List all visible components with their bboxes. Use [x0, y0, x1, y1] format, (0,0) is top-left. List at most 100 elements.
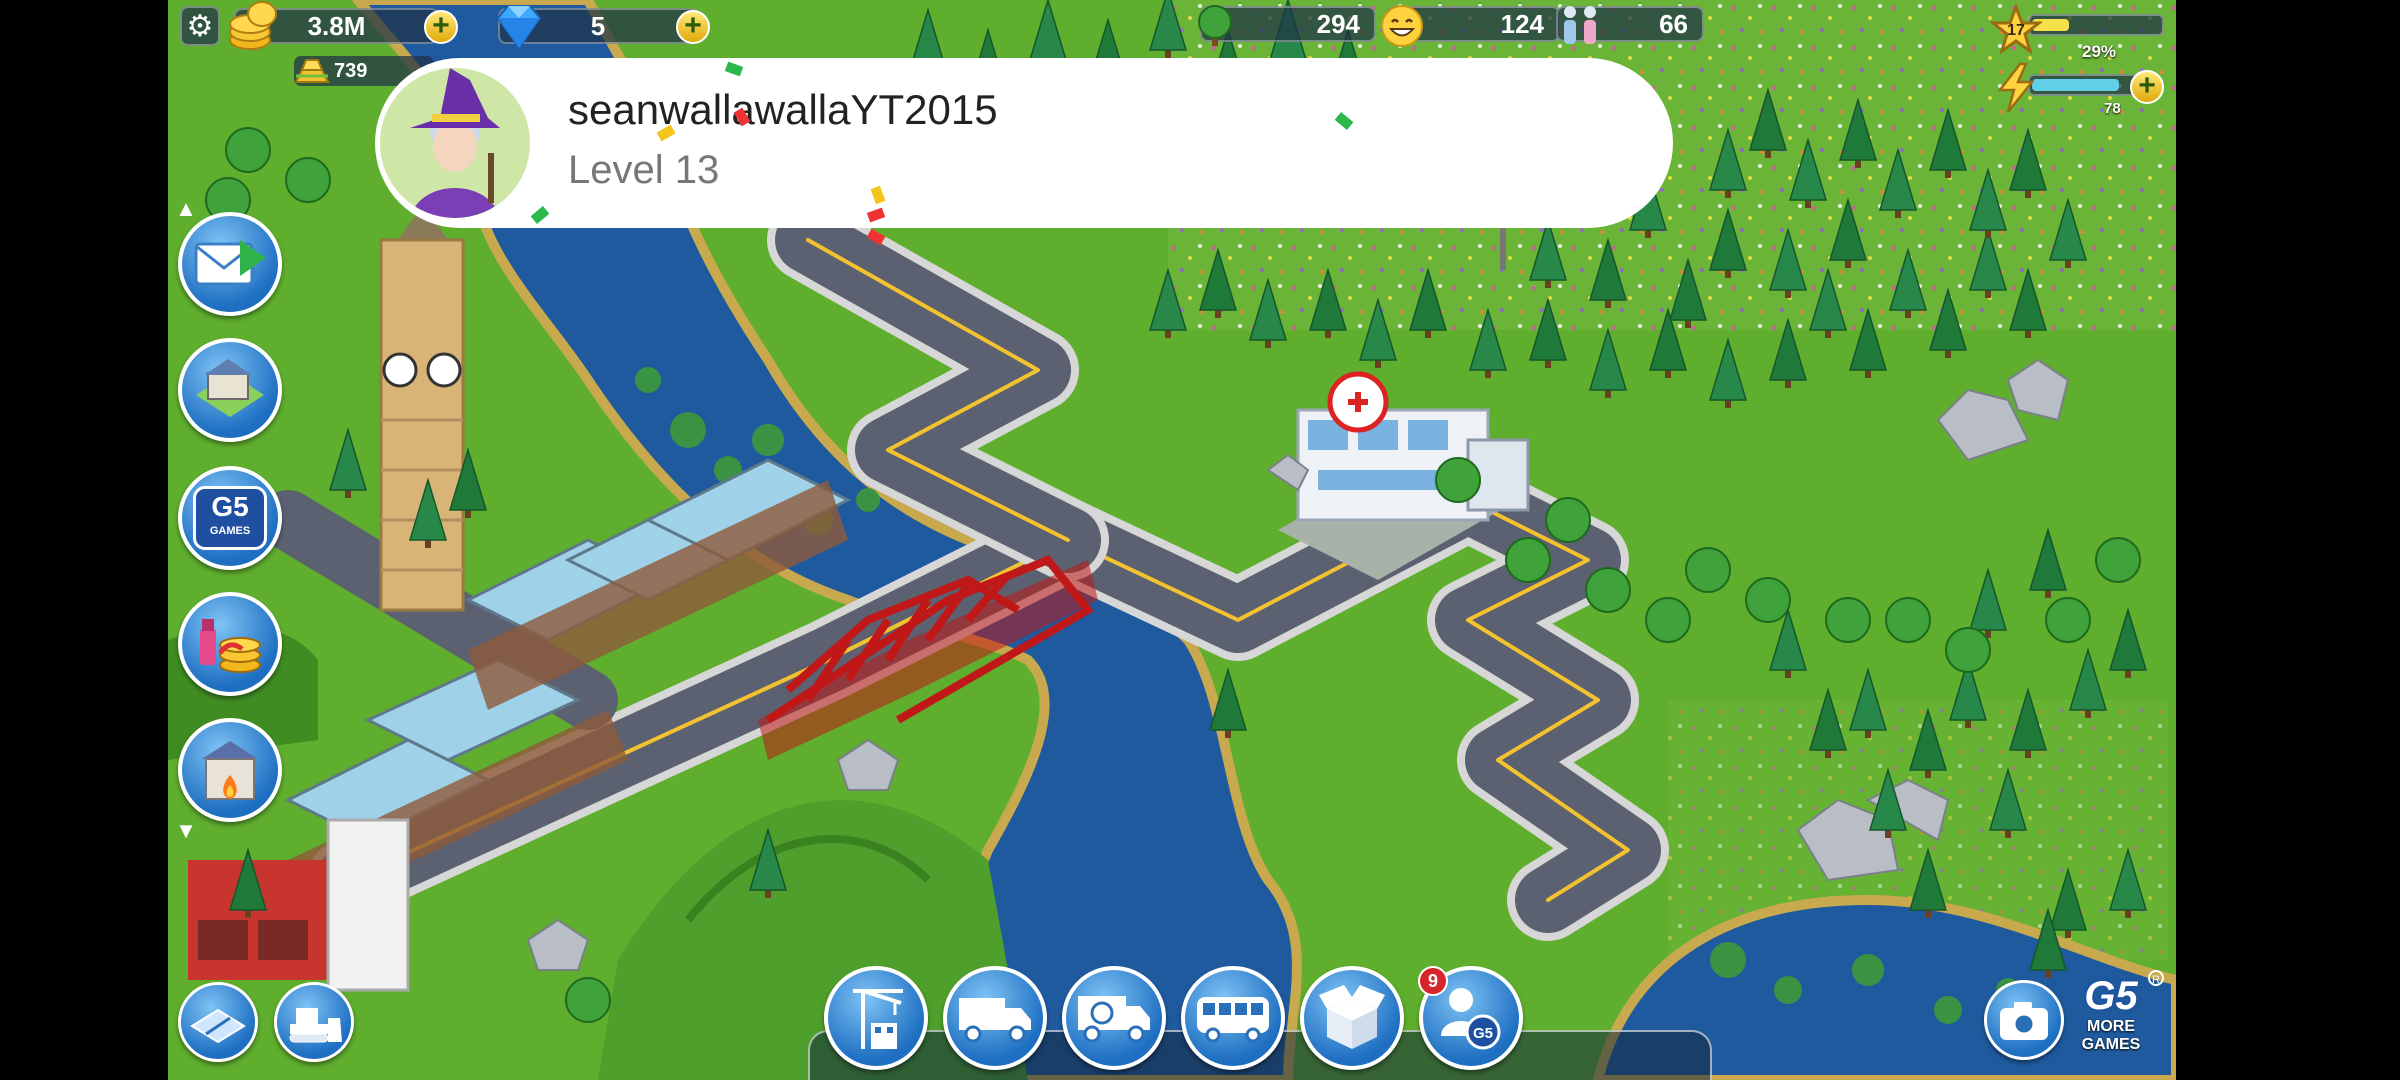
pine-tree — [1928, 287, 1968, 358]
truck-icon — [959, 998, 1031, 1043]
energy-bar-fill — [2032, 79, 2119, 91]
pine-tree — [1148, 267, 1188, 338]
g5-games-button[interactable]: G5 GAMES — [178, 466, 282, 570]
pine-tree — [1868, 767, 1908, 838]
pine-tree — [1968, 227, 2008, 298]
player-name: seanwallawallaYT2015 — [568, 86, 998, 133]
smiley-face-icon — [1381, 5, 1423, 47]
add-coins-button[interactable]: + — [424, 10, 458, 44]
pine-tree — [1588, 327, 1628, 398]
round-tree — [1825, 597, 1871, 643]
trees-value: 294 — [1316, 8, 1360, 39]
house-icon — [196, 359, 264, 417]
add-gems-button[interactable]: + — [676, 10, 710, 44]
pine-tree — [328, 427, 368, 498]
round-tree — [1945, 627, 1991, 673]
shop-button[interactable] — [178, 592, 282, 696]
gems-value: 5 — [590, 10, 606, 41]
round-tree — [1745, 577, 1791, 623]
pine-tree — [1408, 267, 1448, 338]
pine-tree — [448, 447, 488, 518]
pine-tree — [1708, 127, 1748, 198]
pine-tree — [1828, 197, 1868, 268]
bus-icon — [1197, 997, 1269, 1043]
pine-tree — [1588, 237, 1628, 308]
pine-tree — [1708, 207, 1748, 278]
delivery-truck-button[interactable] — [943, 966, 1047, 1070]
svg-text:G5: G5 — [1473, 1025, 1493, 1042]
round-tree — [225, 127, 271, 173]
road-icon — [190, 1008, 246, 1044]
cosmetics-coins-icon — [200, 619, 261, 673]
pine-tree — [1198, 247, 1238, 318]
pine-tree — [1358, 297, 1398, 368]
xp-bar — [2028, 14, 2164, 36]
round-tree — [1545, 497, 1591, 543]
bus-button[interactable] — [1181, 966, 1285, 1070]
round-tree — [1585, 567, 1631, 613]
pine-tree — [1838, 97, 1878, 168]
g5-games-label: GAMES — [209, 525, 251, 537]
crane-icon — [853, 989, 903, 1049]
pine-tree — [228, 847, 268, 918]
pine-tree — [1808, 687, 1848, 758]
pine-tree — [1968, 567, 2008, 638]
round-tree — [565, 977, 611, 1023]
side-menu-scroll-down[interactable]: ▼ — [172, 818, 200, 843]
fire-station-button[interactable] — [178, 718, 282, 822]
bulldozer-button[interactable] — [274, 982, 354, 1062]
pine-tree — [1668, 257, 1708, 328]
pine-tree — [2108, 847, 2148, 918]
gold-bars-value: 739 — [334, 59, 368, 82]
lightning-bolt-icon — [1997, 62, 2035, 113]
recycle-truck-button[interactable] — [1062, 966, 1166, 1070]
pine-tree — [1968, 167, 2008, 238]
add-energy-button[interactable]: + — [2130, 70, 2164, 104]
round-tree — [1505, 537, 1551, 583]
pine-tree — [1248, 277, 1288, 348]
pine-tree — [2068, 647, 2108, 718]
fire-station-icon — [202, 741, 258, 800]
construction-button[interactable] — [824, 966, 928, 1070]
round-tree — [2045, 597, 2091, 643]
city-buildings-button[interactable] — [178, 338, 282, 442]
pine-tree — [1988, 767, 2028, 838]
diamond-icon — [496, 5, 542, 50]
side-menu-scroll-up[interactable]: ▲ — [172, 196, 200, 221]
round-tree — [285, 157, 331, 203]
pine-tree — [1308, 267, 1348, 338]
road-tool-button[interactable] — [178, 982, 258, 1062]
player-avatar[interactable] — [380, 68, 530, 218]
pine-tree — [1848, 667, 1888, 738]
player-banner[interactable] — [375, 58, 1673, 228]
energy-value: 78 — [2104, 100, 2121, 117]
pine-tree — [1878, 147, 1918, 218]
mail-button[interactable] — [178, 212, 282, 316]
registered-mark-icon: R — [2148, 970, 2164, 986]
friends-g5-icon: G5 — [1441, 988, 1501, 1050]
friends-notification-badge: 9 — [1418, 966, 1448, 996]
witch-avatar-icon — [380, 68, 530, 218]
pine-tree — [2008, 127, 2048, 198]
pine-tree — [1208, 667, 1248, 738]
storage-box-button[interactable] — [1300, 966, 1404, 1070]
round-tree — [1885, 597, 1931, 643]
xp-percent: 29% — [2082, 42, 2117, 61]
pine-tree — [1788, 137, 1828, 208]
round-tree — [1685, 547, 1731, 593]
bulldozer-icon — [289, 1008, 342, 1043]
round-tree — [1645, 597, 1691, 643]
pine-tree — [2028, 527, 2068, 598]
player-level: Level 13 — [568, 148, 720, 192]
box-icon — [1319, 985, 1385, 1049]
pine-tree — [1148, 0, 1188, 58]
pine-tree — [748, 827, 788, 898]
settings-gear-icon[interactable]: ⚙ — [180, 6, 220, 46]
g5-games-icon: G5 GAMES — [193, 486, 267, 550]
more-games-button[interactable]: G5 MORE GAMES — [2066, 974, 2156, 1064]
pine-tree — [1768, 317, 1808, 388]
envelope-icon — [194, 240, 266, 286]
camera-button[interactable] — [1984, 980, 2064, 1060]
game-screen[interactable]: ⚙ 3.8M + 739 5 + 294 124 66 29% 17 78 + … — [168, 0, 2176, 1080]
population-icon — [1564, 6, 1596, 44]
